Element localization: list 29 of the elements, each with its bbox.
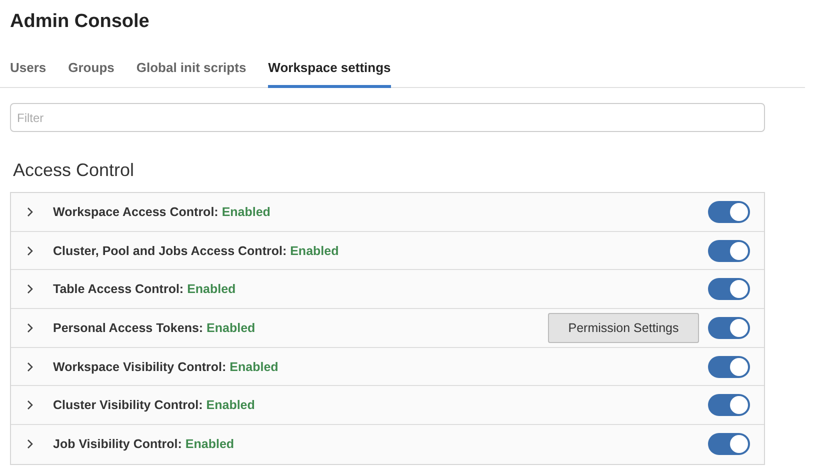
toggle-switch[interactable] <box>708 316 750 339</box>
chevron-icon[interactable] <box>27 322 33 333</box>
page-title: Admin Console <box>10 10 150 34</box>
filter-field[interactable]: Filter <box>10 103 765 132</box>
chevron-icon[interactable] <box>27 362 33 372</box>
tab[interactable]: Users <box>10 60 46 88</box>
section-title: Access Control <box>13 160 136 182</box>
permission-settings-button[interactable]: Permission Settings <box>548 312 699 343</box>
tab[interactable]: Groups <box>68 60 114 88</box>
toggle-switch[interactable] <box>708 200 750 223</box>
setting-label: Workspace Access Control: Enabled <box>53 204 270 219</box>
toggle-switch[interactable] <box>708 278 750 300</box>
setting-label: Cluster Visibility Control: Enabled <box>53 398 255 412</box>
setting-label: Workspace Visibility Control: Enabled <box>53 360 278 374</box>
setting-label: Cluster, Pool and Jobs Access Control: Enabled <box>53 244 339 258</box>
setting-label: Table Access Control: Enabled <box>53 282 236 296</box>
toggle-switch[interactable] <box>708 356 750 378</box>
chevron-icon[interactable] <box>27 246 33 256</box>
chevron-icon[interactable] <box>27 206 33 217</box>
toggle-switch[interactable] <box>708 240 750 262</box>
setting-label: Personal Access Tokens: Enabled <box>53 320 256 335</box>
setting-label: Job Visibility Control: Enabled <box>53 437 234 452</box>
chevron-icon[interactable] <box>27 439 33 450</box>
tab[interactable]: Workspace settings <box>268 60 391 88</box>
chevron-icon[interactable] <box>27 400 33 410</box>
chevron-icon[interactable] <box>27 284 33 294</box>
toggle-switch[interactable] <box>708 433 750 456</box>
toggle-switch[interactable] <box>708 394 750 416</box>
tab[interactable]: Global init scripts <box>136 60 246 88</box>
